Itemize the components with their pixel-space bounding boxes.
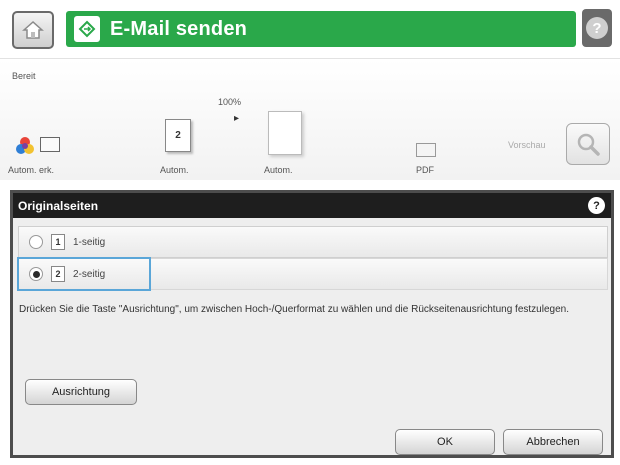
title-bar: E-Mail senden [66,11,576,47]
header-bar: E-Mail senden ? [0,0,620,58]
option-1-sided-label: 1-seitig [73,236,106,248]
magnifier-icon [577,133,600,156]
option-1-sided[interactable]: 1 1-seitig [18,226,608,258]
dialog-help-icon[interactable]: ? [588,197,605,214]
dialog-title: Originalseiten [18,198,99,213]
selection-highlight [17,257,151,291]
settings-panel: Bereit 100% ▸ Autom. erk. 2 Autom. Autom… [0,58,620,180]
original-size-page-icon[interactable] [268,111,302,155]
help-icon: ? [586,17,608,39]
original-size-label: Autom. [264,165,293,175]
preview-label: Vorschau [508,140,546,150]
email-diamond-icon [74,16,100,42]
ok-button[interactable]: OK [395,429,495,455]
pdf-file-icon[interactable] [416,143,436,157]
color-mode-icon[interactable] [14,135,36,157]
status-text: Bereit [12,71,36,81]
zoom-level: 100% [218,97,242,107]
monochrome-icon[interactable] [40,137,60,152]
sides-icon-number: 2 [175,130,181,141]
dialog-description: Drücken Sie die Taste "Ausrichtung", um … [19,304,569,315]
original-sides-dialog: Originalseiten ? 1 1-seitig 2 2-seitig D… [10,190,614,458]
color-mode-label: Autom. erk. [8,165,55,175]
page-title: E-Mail senden [110,17,248,40]
home-button[interactable] [12,11,54,49]
help-button[interactable]: ? [582,9,612,47]
cancel-button[interactable]: Abbrechen [503,429,603,455]
home-icon [22,20,44,39]
dialog-header: Originalseiten ? [13,193,611,218]
arrow-right-icon: ▸ [234,113,240,124]
preview-button[interactable] [566,123,610,165]
orientation-button[interactable]: Ausrichtung [25,379,137,405]
sides-label: Autom. [160,165,189,175]
sides-page-icon[interactable]: 2 [165,119,191,152]
file-type-label: PDF [416,165,434,175]
radio-1-sided[interactable] [29,235,43,249]
page-number-1-icon: 1 [51,234,65,250]
